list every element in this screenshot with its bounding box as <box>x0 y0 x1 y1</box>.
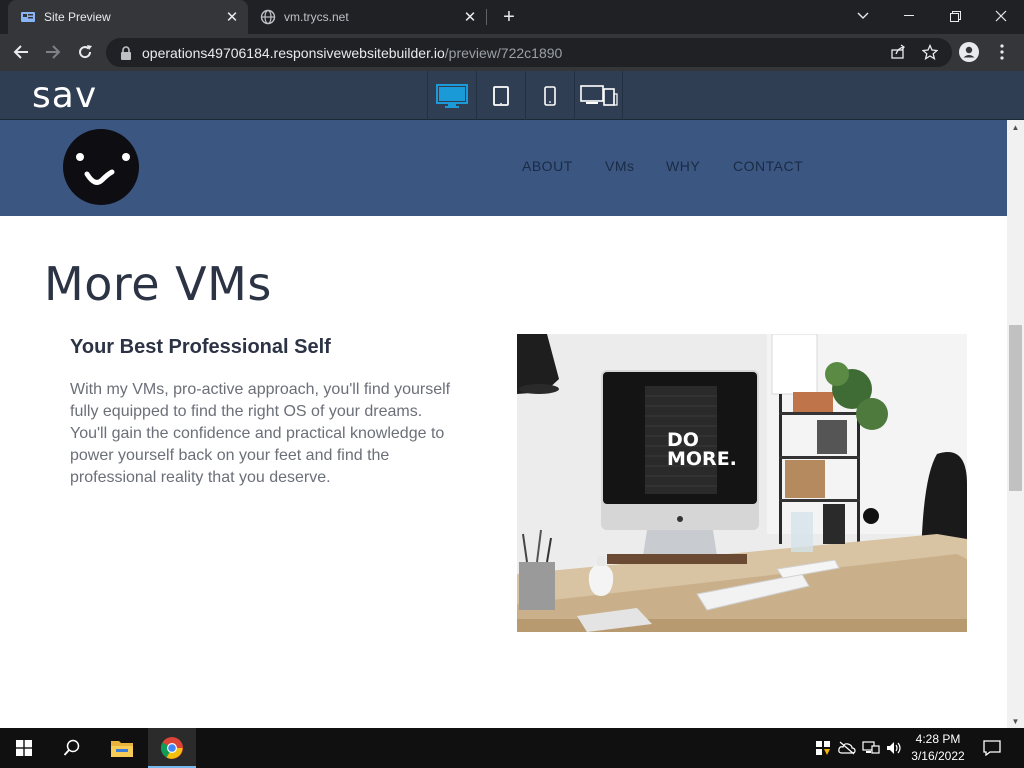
clock-time: 4:28 PM <box>915 732 961 746</box>
close-window-icon[interactable] <box>978 0 1024 32</box>
tab-vm-trycs[interactable]: vm.trycs.net ✕ <box>250 0 486 34</box>
tab-search-icon[interactable] <box>840 0 886 32</box>
desk-photo: DO MORE. <box>517 334 967 632</box>
url-host: operations49706184.responsivewebsitebuil… <box>142 44 445 61</box>
site-viewport: ABOUT VMs WHY CONTACT More VMs Your Best… <box>0 120 1024 728</box>
menu-icon[interactable] <box>990 40 1014 64</box>
section-title: Your Best Professional Self <box>70 336 331 358</box>
reload-icon[interactable] <box>70 37 100 67</box>
tab-divider <box>486 9 487 25</box>
preview-toolbar: sav <box>0 71 1024 120</box>
tab-site-preview[interactable]: Site Preview ✕ <box>8 0 248 34</box>
image-text-more: MORE. <box>667 448 737 470</box>
bookmark-star-icon[interactable] <box>918 40 942 64</box>
smiley-logo-icon[interactable] <box>62 128 140 206</box>
taskbar: 4:28 PM 3/16/2022 <box>0 728 1024 768</box>
mobile-icon[interactable] <box>525 71 574 120</box>
file-explorer-icon[interactable] <box>98 728 146 768</box>
nav-vms[interactable]: VMs <box>605 158 635 174</box>
builder-logo: sav <box>32 75 98 116</box>
onedrive-icon[interactable] <box>837 738 857 758</box>
profile-icon[interactable] <box>957 40 981 64</box>
page-title: More VMs <box>44 257 272 311</box>
back-icon[interactable] <box>6 37 36 67</box>
new-tab-button[interactable]: + <box>498 6 520 28</box>
scroll-down-icon[interactable]: ▼ <box>1007 714 1024 728</box>
tab-title: Site Preview <box>44 10 111 24</box>
network-icon[interactable] <box>861 738 881 758</box>
clock-date: 3/16/2022 <box>911 749 965 763</box>
address-bar[interactable]: operations49706184.responsivewebsitebuil… <box>106 38 952 67</box>
close-tab-icon[interactable]: ✕ <box>222 7 242 27</box>
forward-icon[interactable] <box>38 37 68 67</box>
minimize-icon[interactable] <box>886 0 932 32</box>
site-preview-favicon-icon <box>20 9 36 25</box>
page-scrollbar[interactable]: ▲ ▼ <box>1007 120 1024 728</box>
volume-icon[interactable] <box>885 738 905 758</box>
windows-start-icon[interactable] <box>0 728 48 768</box>
globe-icon <box>260 9 276 25</box>
scroll-up-icon[interactable]: ▲ <box>1007 120 1024 134</box>
url-path: /preview/722c1890 <box>444 44 563 61</box>
restore-icon[interactable] <box>932 0 978 32</box>
browser-toolbar: operations49706184.responsivewebsitebuil… <box>0 34 1024 71</box>
site-header: ABOUT VMs WHY CONTACT <box>0 120 1007 216</box>
share-icon[interactable] <box>886 40 910 64</box>
chrome-taskbar-icon[interactable] <box>148 728 196 768</box>
scroll-thumb[interactable] <box>1009 325 1022 491</box>
lock-icon <box>120 45 134 60</box>
close-tab-icon[interactable]: ✕ <box>460 7 480 27</box>
nav-why[interactable]: WHY <box>666 158 700 174</box>
desktop-icon[interactable] <box>427 71 476 120</box>
multi-device-icon[interactable] <box>574 71 623 120</box>
tablet-icon[interactable] <box>476 71 525 120</box>
tab-strip: Site Preview ✕ vm.trycs.net ✕ + <box>0 0 1024 34</box>
taskbar-clock[interactable]: 4:28 PM 3/16/2022 <box>905 731 971 765</box>
search-icon[interactable] <box>48 728 96 768</box>
security-shield-icon[interactable] <box>813 738 833 758</box>
section-body: With my VMs, pro-active approach, you'll… <box>70 381 451 486</box>
notifications-icon[interactable] <box>982 738 1002 758</box>
nav-contact[interactable]: CONTACT <box>733 158 803 174</box>
nav-about[interactable]: ABOUT <box>522 158 573 174</box>
tab-title: vm.trycs.net <box>284 10 349 24</box>
